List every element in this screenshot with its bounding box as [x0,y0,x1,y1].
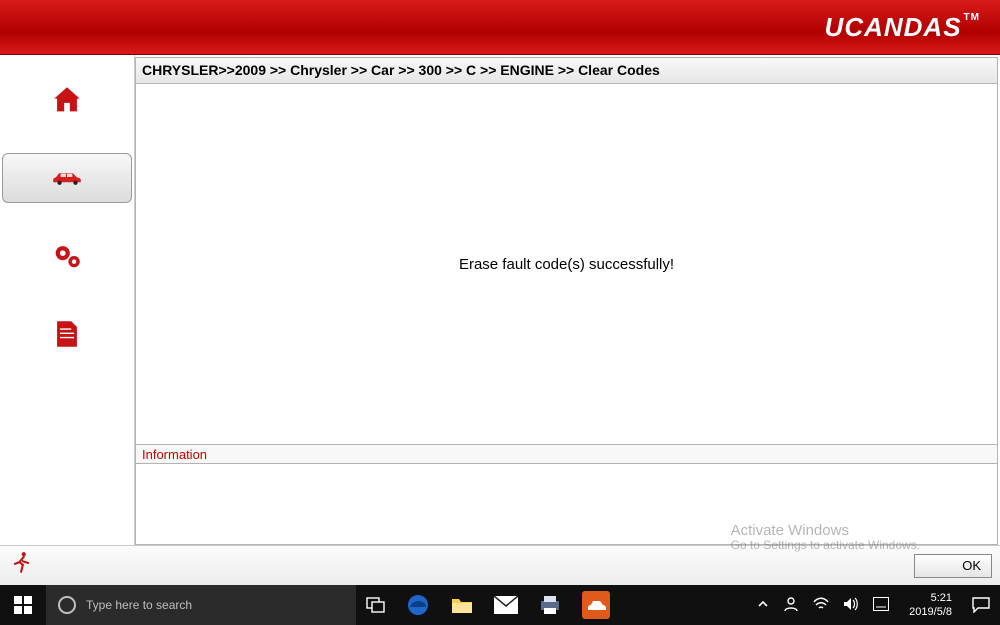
tray-network-icon[interactable] [813,597,829,614]
brand-tm: TM [964,12,980,23]
sidebar-item-report[interactable] [2,309,132,359]
edge-icon [406,593,430,617]
exit-button[interactable] [8,549,36,582]
taskbar-app-mail[interactable] [484,585,528,625]
result-message: Erase fault code(s) successfully! [459,256,674,273]
ucandas-app-icon [582,591,610,619]
printer-icon [538,593,562,617]
sidebar [0,55,135,545]
task-view-icon [366,597,386,613]
tray-chevron-up-icon[interactable] [757,598,769,613]
main-area: CHRYSLER>>2009 >> Chrysler >> Car >> 300… [0,55,1000,545]
home-icon [50,83,84,117]
taskbar-app-printer[interactable] [528,585,572,625]
ok-button[interactable]: OK [914,554,992,578]
taskbar-search[interactable]: Type here to search [46,585,356,625]
folder-icon [450,593,474,617]
app-header: UCANDASTM [0,0,1000,55]
clock-date: 2019/5/8 [909,605,952,619]
mail-icon [494,593,518,617]
report-icon [50,317,84,351]
sidebar-item-vehicle[interactable] [2,153,132,203]
content-panel: CHRYSLER>>2009 >> Chrysler >> Car >> 300… [135,57,998,545]
windows-icon [14,596,32,614]
task-view-button[interactable] [356,585,396,625]
message-area: Erase fault code(s) successfully! [136,84,997,444]
taskbar-clock[interactable]: 5:21 2019/5/8 [899,591,962,619]
breadcrumb: CHRYSLER>>2009 >> Chrysler >> Car >> 300… [136,58,997,84]
brand-logo: UCANDASTM [825,12,980,43]
app-bottom-bar: Activate Windows Go to Settings to activ… [0,545,1000,585]
notification-icon [972,597,990,613]
taskbar-app-ucandas[interactable] [572,585,620,625]
tray-ime-icon[interactable] [873,597,889,614]
sidebar-item-settings[interactable] [2,231,132,281]
info-section-body [136,464,997,544]
clock-time: 5:21 [909,591,952,605]
brand-text: UCANDAS [825,12,962,42]
tray-people-icon[interactable] [783,596,799,615]
car-icon [50,161,84,195]
windows-taskbar: Type here to search [0,585,1000,625]
gears-icon [50,239,84,273]
sidebar-item-home[interactable] [2,75,132,125]
taskbar-app-edge[interactable] [396,585,440,625]
tray-volume-icon[interactable] [843,597,859,614]
cortana-icon [58,596,76,614]
taskbar-app-explorer[interactable] [440,585,484,625]
action-center-button[interactable] [962,585,1000,625]
running-man-icon [8,549,36,577]
info-section-label: Information [136,444,997,464]
start-button[interactable] [0,585,46,625]
search-placeholder: Type here to search [86,598,192,612]
system-tray [747,596,899,615]
